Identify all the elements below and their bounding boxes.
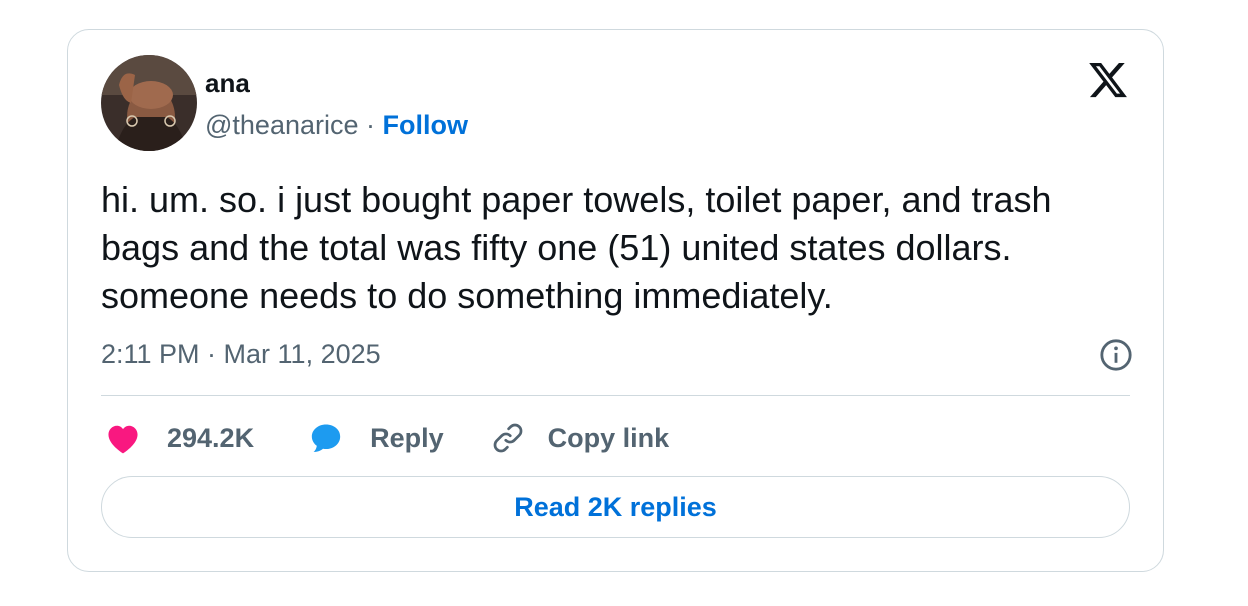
like-button[interactable]: 294.2K: [105, 422, 254, 454]
tweet-timestamp[interactable]: 2:11 PM · Mar 11, 2025: [101, 338, 381, 370]
info-icon[interactable]: [1099, 338, 1133, 372]
avatar-image: [101, 55, 197, 151]
speech-bubble-icon: [311, 424, 341, 452]
like-count: 294.2K: [167, 422, 255, 453]
link-icon: [493, 423, 522, 453]
tweet-text: hi. um. so. i just bought paper towels, …: [101, 179, 1052, 316]
reply-button[interactable]: Reply: [308, 421, 444, 455]
author-handle-row: @theanarice · Follow: [205, 110, 468, 140]
action-bar: 294.2K Reply Copy link: [105, 418, 669, 458]
divider: [101, 395, 1130, 396]
heart-icon: [108, 425, 138, 454]
author-handle[interactable]: @theanarice: [205, 110, 359, 140]
handle-separator: ·: [366, 110, 376, 140]
x-logo-icon[interactable]: [1086, 59, 1130, 101]
read-replies-label: Read 2K replies: [514, 491, 717, 522]
author-name[interactable]: ana: [205, 68, 250, 98]
avatar[interactable]: [101, 55, 197, 151]
read-replies-button[interactable]: Read 2K replies: [101, 476, 1130, 538]
copy-link-label: Copy link: [547, 422, 670, 453]
copy-link-button[interactable]: Copy link: [490, 420, 670, 456]
follow-button[interactable]: Follow: [383, 110, 468, 140]
tweet-card: ana @theanarice · Follow hi. um. so. i j…: [67, 29, 1164, 572]
reply-label: Reply: [370, 422, 444, 453]
